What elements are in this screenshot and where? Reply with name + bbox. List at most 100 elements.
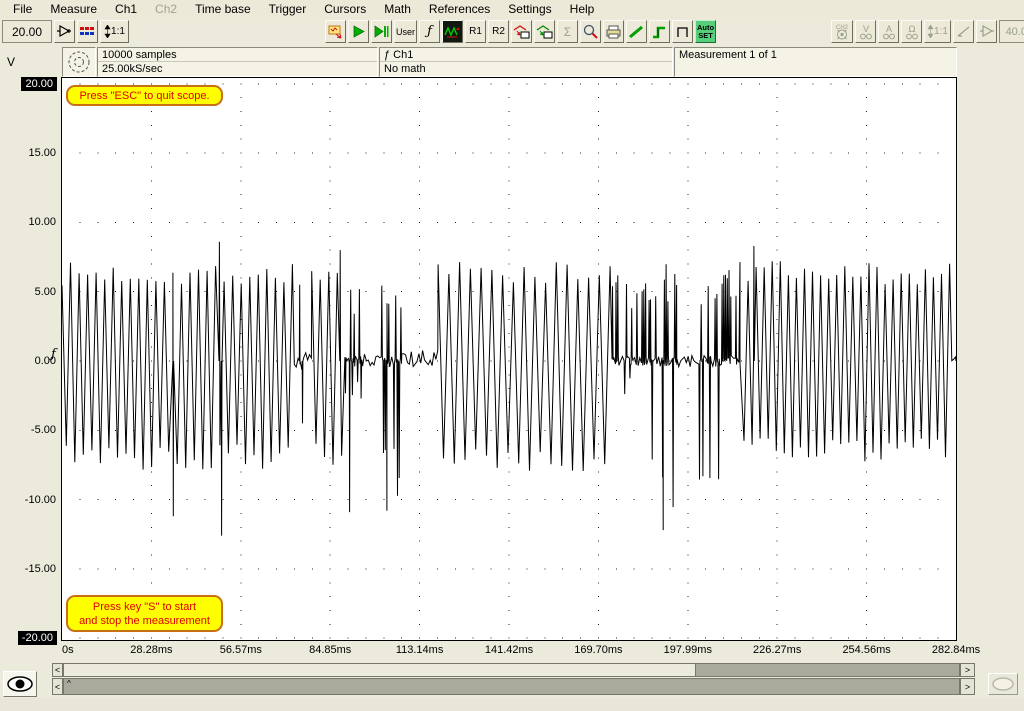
voltmeter-icon: V	[858, 23, 874, 40]
scope-display[interactable]	[61, 77, 957, 641]
generator-pulse-button[interactable]	[672, 20, 693, 43]
reference2-button[interactable]: R2	[488, 20, 509, 43]
print-button[interactable]	[603, 20, 624, 43]
menu-item-ch1[interactable]: Ch1	[106, 0, 146, 18]
copy-green-trace-icon	[536, 25, 553, 39]
probe-ratio-label: 1:1	[111, 26, 125, 37]
volts-per-div-display[interactable]: 20.00	[2, 20, 52, 43]
menu-item-trigger[interactable]: Trigger	[260, 0, 316, 18]
autoscale-trace-button[interactable]	[442, 20, 463, 43]
ohmmeter-icon: Ω	[904, 23, 920, 40]
oscilloscope-app: FileMeasureCh1Ch2Time baseTriggerCursors…	[0, 0, 1024, 711]
menu-item-settings[interactable]: Settings	[499, 0, 560, 18]
reference1-label: R1	[469, 26, 482, 37]
ramp2-button	[953, 20, 974, 43]
menu-item-math[interactable]: Math	[375, 0, 420, 18]
autoset-button[interactable]: AutoSET	[695, 20, 716, 43]
voltage-range-display: 40.00V	[999, 20, 1024, 43]
view-position-bar[interactable]: < >	[52, 663, 975, 677]
measurement-panel: Measurement 1 of 1	[674, 47, 957, 77]
math-status: No math	[380, 62, 672, 76]
x-tick-label: 197.99ms	[664, 644, 712, 656]
copy-trace2-to-reference-button[interactable]	[534, 20, 555, 43]
amplifier-gain-button[interactable]	[54, 20, 75, 43]
run-button[interactable]	[348, 20, 369, 43]
reference1-button[interactable]: R1	[465, 20, 486, 43]
menu-item-file[interactable]: File	[4, 0, 41, 18]
magnifier-icon	[583, 24, 598, 39]
x-tick-label: 282.84ms	[932, 644, 980, 656]
scroll-right-button[interactable]: >	[960, 678, 975, 695]
amplifier2-icon	[979, 25, 995, 38]
infobar: 10000 samples 25.00kS/sec ƒ Ch1 No math …	[0, 47, 1024, 78]
start-stop-hint-tooltip: Press key "S" to start and stop the meas…	[66, 595, 223, 632]
target-circles-icon	[66, 49, 92, 75]
generator-dc-button[interactable]	[626, 20, 647, 43]
view-scroll-left-button[interactable]: <	[52, 663, 63, 677]
updown-arrows2-icon	[927, 25, 934, 38]
x-tick-label: 84.85ms	[309, 644, 351, 656]
scroll-caret-marker: ^	[67, 679, 71, 688]
ohmmeter-button: Ω	[901, 20, 922, 43]
sum-math-button: Σ	[557, 20, 578, 43]
pulse-icon	[676, 25, 689, 38]
esc-hint-text: Press "ESC" to quit scope.	[68, 90, 221, 102]
y-tick-label: -20.00	[0, 632, 57, 644]
amplifier-icon	[56, 25, 73, 38]
user-scale-button[interactable]: User	[394, 20, 417, 43]
x-axis-labels: 0s28.28ms56.57ms84.85ms113.14ms141.42ms1…	[0, 644, 1024, 658]
view-position-track[interactable]	[63, 663, 960, 677]
scroll-left-button[interactable]: <	[52, 678, 63, 695]
x-tick-label: 169.70ms	[574, 644, 622, 656]
single-run-button[interactable]	[371, 20, 392, 43]
voltmeter-button: V	[855, 20, 876, 43]
x-tick-label: 226.27ms	[753, 644, 801, 656]
play-icon	[352, 25, 365, 38]
x-tick-label: 0s	[62, 644, 74, 656]
autoset-label: AutoSET	[697, 24, 714, 40]
scrollbar-track[interactable]: ^	[63, 678, 960, 695]
reference2-label: R2	[492, 26, 505, 37]
svg-text:V: V	[862, 24, 868, 34]
ammeter-icon: A	[881, 23, 897, 40]
marker-tool-button[interactable]	[988, 673, 1018, 695]
menu-item-references[interactable]: References	[420, 0, 499, 18]
annotate-button[interactable]	[325, 20, 346, 43]
amplifier2-button	[976, 20, 997, 43]
coupling-button[interactable]	[77, 20, 98, 43]
generator-step-button[interactable]	[649, 20, 670, 43]
copy-red-trace-icon	[513, 25, 530, 39]
svg-text:A: A	[885, 24, 891, 34]
view-position-thumb[interactable]	[64, 664, 696, 676]
measurement-status: Measurement 1 of 1	[675, 48, 956, 62]
ammeter-button: A	[878, 20, 899, 43]
view-scroll-right-button[interactable]: >	[960, 663, 975, 677]
sample-rate: 25.00kS/sec	[98, 62, 377, 76]
horizontal-scrollbar[interactable]: < ^ >	[52, 678, 975, 695]
eye-icon	[6, 675, 34, 693]
y-tick-label: -5.00	[0, 424, 57, 436]
menubar: FileMeasureCh1Ch2Time baseTriggerCursors…	[0, 0, 1024, 18]
frequency-button[interactable]: ƒ	[419, 20, 440, 43]
diagonal-ramp-icon	[629, 25, 644, 39]
menu-item-cursors[interactable]: Cursors	[315, 0, 375, 18]
trigger-source: ƒ Ch1	[380, 48, 672, 62]
ac-dc-dashes-icon	[80, 26, 95, 37]
view-visibility-button[interactable]	[3, 671, 37, 697]
menu-item-measure[interactable]: Measure	[41, 0, 106, 18]
zoom-button[interactable]	[580, 20, 601, 43]
note-icon	[328, 25, 343, 39]
probe-ratio-button[interactable]: 1:1	[100, 20, 129, 43]
x-tick-label: 141.42ms	[485, 644, 533, 656]
menu-item-time-base[interactable]: Time base	[186, 0, 260, 18]
menu-item-ch2: Ch2	[146, 0, 186, 18]
copy-trace1-to-reference-button[interactable]	[511, 20, 532, 43]
x-tick-label: 28.28ms	[130, 644, 172, 656]
trigger-panel: ƒ Ch1 No math	[379, 47, 673, 77]
y-axis-labels: 20.0015.0010.005.000.00-5.00-10.00-15.00…	[0, 78, 57, 640]
step-wave-icon	[652, 25, 667, 39]
user-scale-label: User	[396, 27, 415, 37]
toolbar: 20.00 1:1	[0, 18, 1024, 46]
menu-item-help[interactable]: Help	[561, 0, 604, 18]
bnc-connector-icon: CH2	[833, 23, 851, 40]
